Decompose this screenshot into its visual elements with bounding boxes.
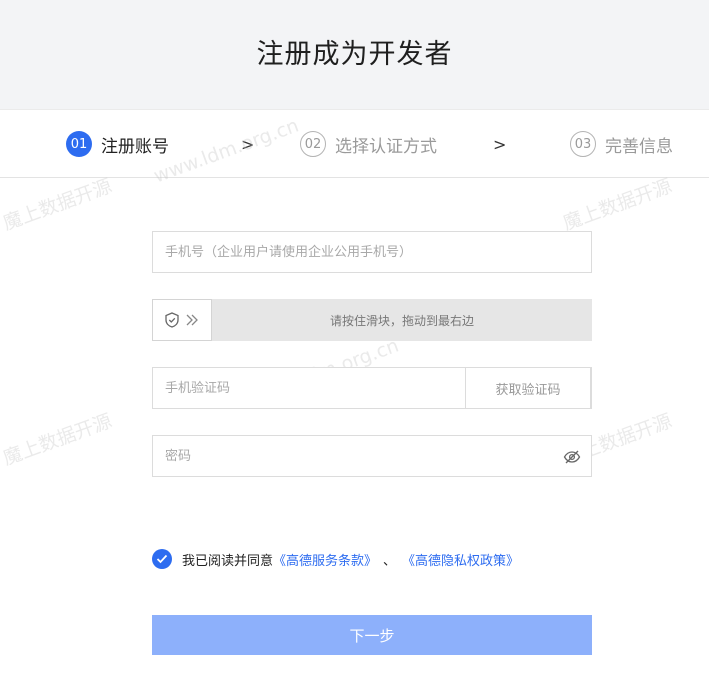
slider-hint: 请按住滑块，拖动到最右边 (329, 313, 474, 328)
next-button[interactable]: 下一步 (152, 615, 592, 655)
password-field (152, 435, 592, 477)
agreement-row: 我已阅读并同意 《高德服务条款》 、 《高德隐私权政策》 (152, 549, 519, 569)
watermark: 魔上数据开源 (0, 410, 115, 470)
terms-link[interactable]: 《高德服务条款》 (273, 550, 377, 569)
code-field: 获取验证码 (152, 367, 592, 409)
agreement-text: 我已阅读并同意 (182, 553, 274, 569)
password-input[interactable] (153, 436, 553, 476)
privacy-link[interactable]: 《高德隐私权政策》 (402, 550, 519, 569)
watermark: 魔上数据开源 (0, 175, 115, 235)
slider-handle[interactable] (152, 299, 212, 341)
step-2: 02 选择认证方式 (300, 131, 437, 157)
step-1: 01 注册账号 (66, 131, 169, 157)
double-chevron-right-icon (186, 314, 198, 326)
step-3-label: 完善信息 (605, 136, 673, 157)
watermark: 魔上数据开源 (560, 175, 675, 235)
page-header: 注册成为开发者 (0, 0, 709, 109)
page-title: 注册成为开发者 (256, 39, 453, 70)
eye-off-icon[interactable] (563, 448, 581, 466)
step-2-number: 02 (300, 131, 326, 157)
step-indicator: 01 注册账号 > 02 选择认证方式 > 03 完善信息 (0, 109, 709, 178)
slider-captcha: 请按住滑块，拖动到最右边 (152, 299, 592, 341)
agreement-separator: 、 (383, 553, 397, 569)
agree-checkbox[interactable] (152, 549, 172, 569)
step-arrow: > (493, 135, 507, 154)
step-3-number: 03 (570, 131, 596, 157)
step-3: 03 完善信息 (570, 131, 673, 157)
shield-check-icon (165, 312, 179, 328)
step-1-label: 注册账号 (101, 136, 169, 157)
checkmark-icon (156, 554, 168, 564)
get-code-button[interactable]: 获取验证码 (465, 367, 591, 409)
phone-input[interactable] (153, 232, 591, 272)
step-arrow: > (241, 135, 255, 154)
phone-field (152, 231, 592, 273)
code-input[interactable] (153, 368, 467, 408)
step-1-number: 01 (66, 131, 92, 157)
step-2-label: 选择认证方式 (335, 136, 437, 157)
